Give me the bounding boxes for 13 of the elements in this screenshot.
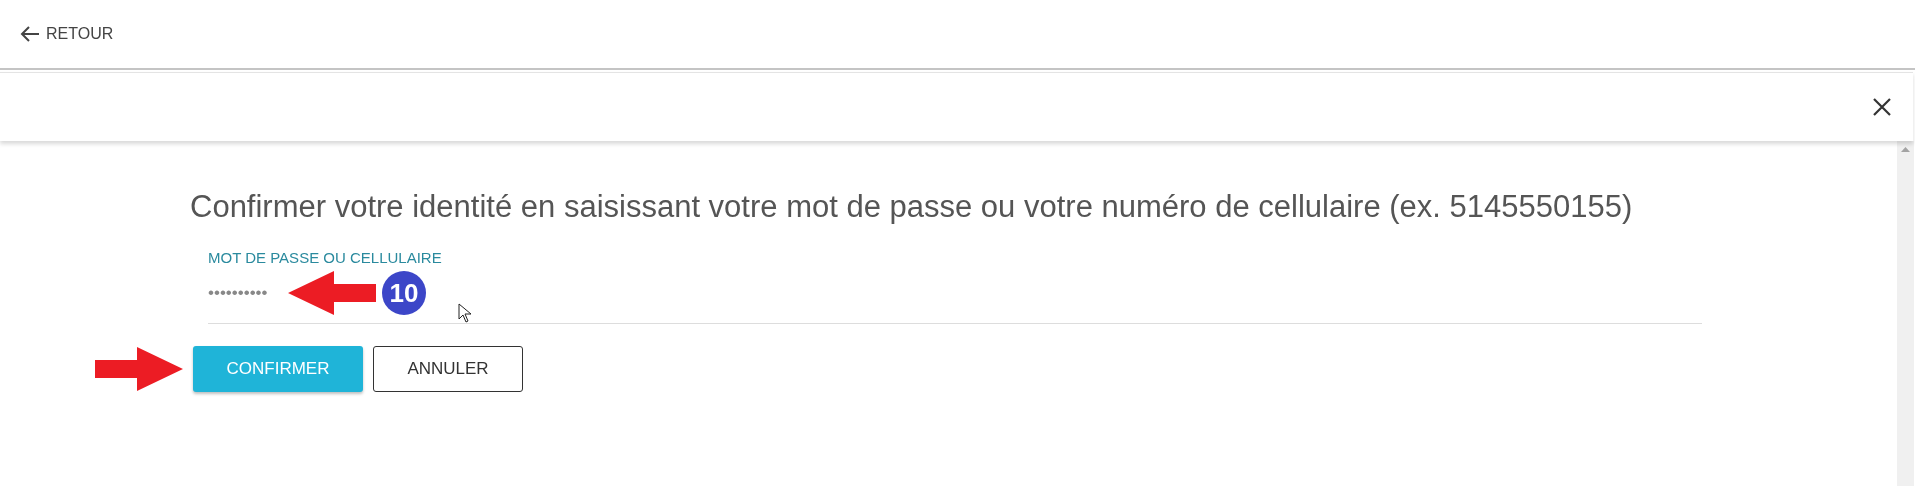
back-arrow-icon xyxy=(20,25,40,43)
field-label: MOT DE PASSE OU CELLULAIRE xyxy=(208,249,442,266)
arrow-icon xyxy=(288,271,376,315)
scrollbar[interactable] xyxy=(1897,141,1914,486)
scroll-up-icon[interactable] xyxy=(1901,147,1910,152)
step-badge: 10 xyxy=(382,271,426,315)
arrow-icon xyxy=(95,347,183,391)
close-icon xyxy=(1871,96,1893,118)
cancel-button[interactable]: ANNULER xyxy=(373,346,523,392)
back-link[interactable]: RETOUR xyxy=(20,25,114,43)
mouse-cursor-icon xyxy=(458,303,472,323)
dialog-heading: Confirmer votre identité en saisissant votre mot de passe ou votre numéro de cellulaire (ex. 5145550155) xyxy=(190,189,1634,225)
close-button[interactable] xyxy=(1871,96,1893,118)
